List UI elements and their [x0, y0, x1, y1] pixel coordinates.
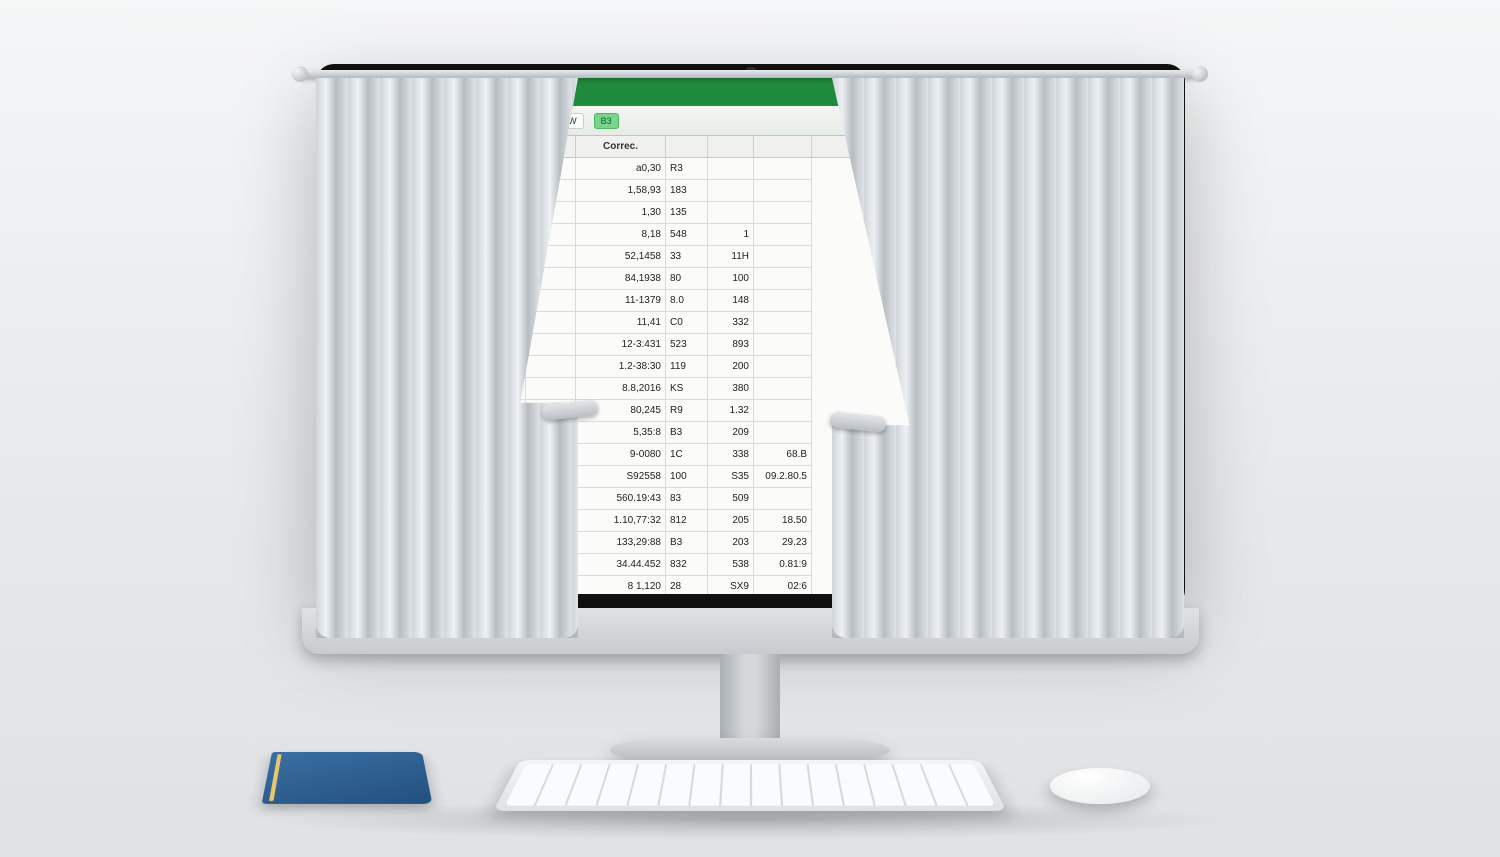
notebook [262, 752, 433, 804]
cell[interactable]: S35 [708, 466, 754, 488]
cell[interactable]: a0,30 [576, 158, 666, 180]
cell[interactable]: R9 [666, 400, 708, 422]
cell[interactable]: 68.B [754, 444, 812, 466]
cell[interactable]: B3 [666, 422, 708, 444]
cell[interactable] [754, 422, 812, 444]
cell[interactable] [526, 334, 576, 356]
cell[interactable] [754, 378, 812, 400]
column-header[interactable] [708, 136, 754, 157]
keyboard [493, 760, 1007, 811]
cell[interactable]: 100 [666, 466, 708, 488]
cell[interactable]: 29.23 [754, 532, 812, 554]
cell[interactable]: 52,1458 [576, 246, 666, 268]
column-header[interactable] [754, 136, 812, 157]
cell[interactable]: 8,18 [576, 224, 666, 246]
cell[interactable]: 1C [666, 444, 708, 466]
cell[interactable] [708, 202, 754, 224]
cell[interactable]: 0.81:9 [754, 554, 812, 576]
cell[interactable]: R3 [666, 158, 708, 180]
cell[interactable] [754, 334, 812, 356]
cell[interactable]: KS [666, 378, 708, 400]
cell[interactable]: B3 [666, 532, 708, 554]
cell[interactable] [754, 290, 812, 312]
cell[interactable]: 203 [708, 532, 754, 554]
cell[interactable]: 338 [708, 444, 754, 466]
cell[interactable]: 893 [708, 334, 754, 356]
cell[interactable]: 12-3:431 [576, 334, 666, 356]
cell[interactable] [708, 158, 754, 180]
cell[interactable]: 509 [708, 488, 754, 510]
cell[interactable]: S92558 [576, 466, 666, 488]
cell[interactable]: 8.0 [666, 290, 708, 312]
mouse [1048, 768, 1152, 804]
cell[interactable] [754, 312, 812, 334]
cell[interactable]: 1.2-38:30 [576, 356, 666, 378]
cell[interactable]: 84,1938 [576, 268, 666, 290]
column-header[interactable]: Correc. [576, 136, 666, 157]
cell[interactable]: 8.8,2016 [576, 378, 666, 400]
cell[interactable] [754, 180, 812, 202]
cell[interactable]: 832 [666, 554, 708, 576]
cell[interactable] [754, 202, 812, 224]
monitor-stand-base [610, 738, 890, 762]
curtain-rod [300, 70, 1200, 78]
cell[interactable]: 11H [708, 246, 754, 268]
cell[interactable]: 205 [708, 510, 754, 532]
cell[interactable]: 11-1379 [576, 290, 666, 312]
cell[interactable]: 523 [666, 334, 708, 356]
cell[interactable] [754, 224, 812, 246]
cell[interactable]: 28 [666, 576, 708, 594]
cell[interactable]: 33 [666, 246, 708, 268]
monitor-stand-neck [720, 654, 780, 746]
cell[interactable] [526, 378, 576, 400]
cell[interactable] [754, 400, 812, 422]
cell[interactable] [754, 356, 812, 378]
cell[interactable] [754, 246, 812, 268]
cell[interactable] [754, 488, 812, 510]
cell[interactable]: 200 [708, 356, 754, 378]
ribbon-accent-button[interactable]: B3 [594, 113, 619, 129]
cell[interactable]: 02:6 [754, 576, 812, 594]
cell[interactable]: 560.19:43 [576, 488, 666, 510]
cell[interactable]: 18.50 [754, 510, 812, 532]
cell[interactable]: 5,35:8 [576, 422, 666, 444]
cell[interactable] [754, 158, 812, 180]
cell[interactable]: 34.44.452 [576, 554, 666, 576]
cell[interactable]: 135 [666, 202, 708, 224]
cell[interactable]: 209 [708, 422, 754, 444]
cell[interactable]: 119 [666, 356, 708, 378]
cell[interactable] [708, 180, 754, 202]
cell[interactable]: 812 [666, 510, 708, 532]
scene: ▶ Yea usr 4:27 pm Dlt fla ▸ slaw iron SS… [0, 0, 1500, 857]
cell[interactable]: 83 [666, 488, 708, 510]
cell[interactable]: 538 [708, 554, 754, 576]
cell[interactable]: 148 [708, 290, 754, 312]
cell[interactable] [754, 268, 812, 290]
cell[interactable]: 100 [708, 268, 754, 290]
rod-finial-right [1192, 66, 1208, 82]
cell[interactable]: 548 [666, 224, 708, 246]
cell[interactable]: 183 [666, 180, 708, 202]
cell[interactable]: 9-0080 [576, 444, 666, 466]
cell[interactable]: 1.32 [708, 400, 754, 422]
cell[interactable]: 8 1,120 [576, 576, 666, 594]
cell[interactable]: 1.10,77:32 [576, 510, 666, 532]
column-header[interactable] [666, 136, 708, 157]
cell[interactable]: 133,29:88 [576, 532, 666, 554]
cell[interactable]: 332 [708, 312, 754, 334]
cell[interactable]: 1,58,93 [576, 180, 666, 202]
cell[interactable]: 80 [666, 268, 708, 290]
cell[interactable]: 1 [708, 224, 754, 246]
cell[interactable]: SX9 [708, 576, 754, 594]
cell[interactable]: 1,30 [576, 202, 666, 224]
cell[interactable]: 380 [708, 378, 754, 400]
cell[interactable]: 11,41 [576, 312, 666, 334]
cell[interactable]: 09.2.80.5 [754, 466, 812, 488]
cell[interactable]: C0 [666, 312, 708, 334]
cell[interactable] [526, 356, 576, 378]
rod-finial-left [292, 66, 308, 82]
